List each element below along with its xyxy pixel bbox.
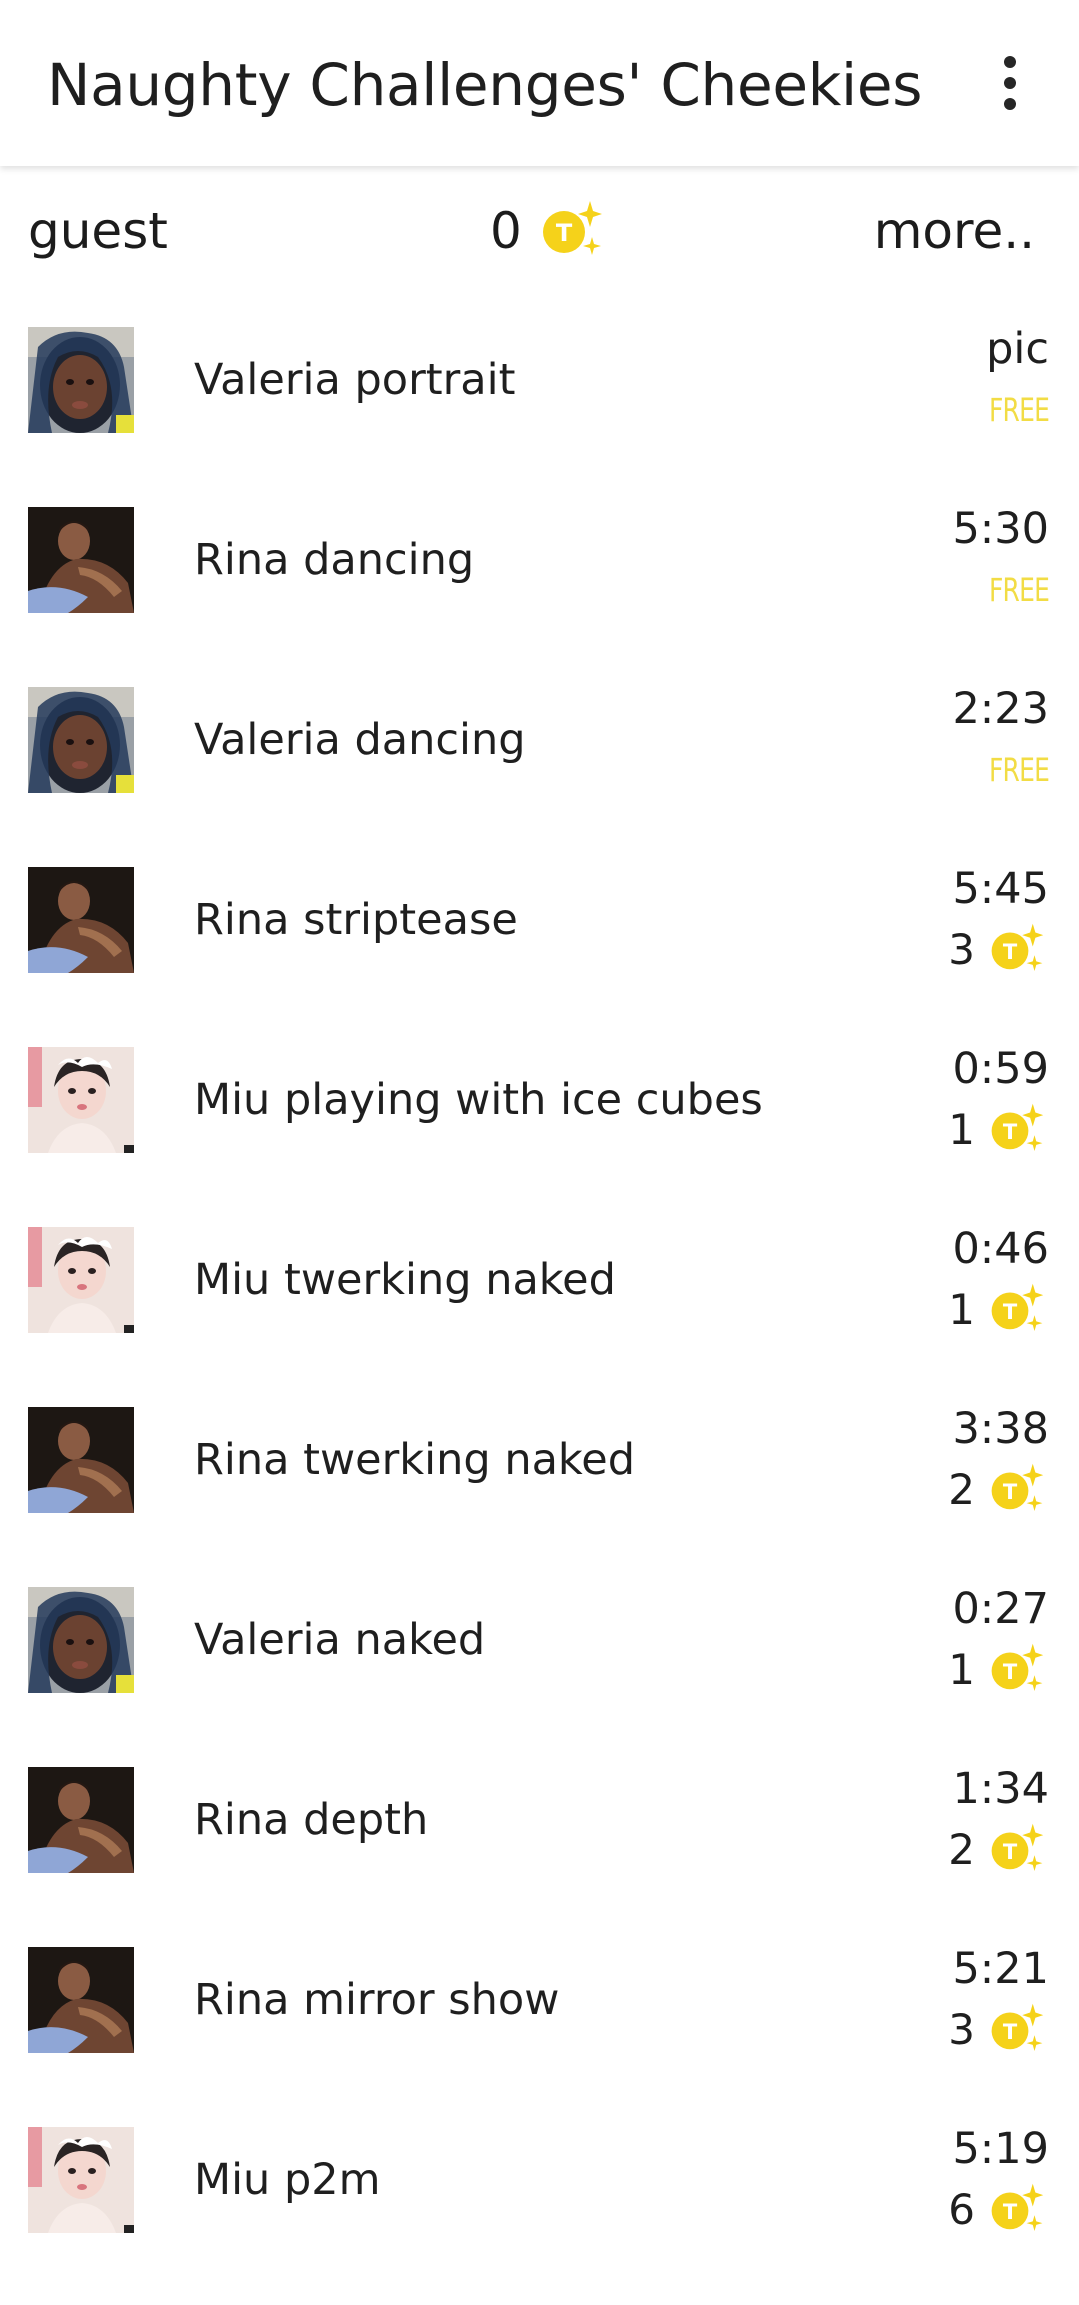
item-duration: 1:34 — [952, 1764, 1049, 1814]
free-badge: FREE — [988, 391, 1050, 429]
more-link[interactable]: more.. — [874, 200, 1035, 262]
item-price: 1T — [948, 1280, 1045, 1340]
item-duration: 5:30 — [952, 504, 1049, 554]
thumbnail — [28, 1587, 134, 1693]
item-duration: 0:59 — [952, 1044, 1049, 1094]
user-name[interactable]: guest — [28, 200, 168, 262]
price-value: 3 — [948, 925, 975, 974]
coin-icon: T — [989, 1822, 1045, 1878]
item-title: Valeria naked — [194, 1615, 486, 1665]
item-price: 2T — [948, 1460, 1045, 1520]
thumbnail — [28, 867, 134, 973]
price-value: 1 — [948, 1285, 975, 1334]
coin-icon: T — [989, 1462, 1045, 1518]
thumbnail — [28, 507, 134, 613]
thumbnail — [28, 2127, 134, 2233]
svg-text:T: T — [1003, 1300, 1018, 1324]
svg-text:T: T — [1003, 2020, 1018, 2044]
price-value: 2 — [948, 1465, 975, 1514]
list-item[interactable]: Valeria naked 0:27 1 T — [0, 1560, 1079, 1740]
svg-text:T: T — [1003, 1660, 1018, 1684]
list-item[interactable]: Rina twerking naked 3:38 2 T — [0, 1380, 1079, 1560]
item-duration: 3:38 — [952, 1404, 1049, 1454]
svg-text:T: T — [1003, 1480, 1018, 1504]
app-title: Naughty Challenges' Cheekies — [47, 51, 923, 119]
item-title: Rina depth — [194, 1795, 429, 1845]
coin-icon: T — [989, 1282, 1045, 1338]
thumbnail — [28, 1227, 134, 1333]
coin-icon: T — [540, 199, 604, 263]
item-duration: 0:46 — [952, 1224, 1049, 1274]
list-item[interactable]: Miu playing with ice cubes 0:59 1 T — [0, 1020, 1079, 1200]
item-duration: 2:23 — [952, 684, 1049, 734]
item-duration: 5:21 — [952, 1944, 1049, 1994]
item-price: 1T — [948, 1640, 1045, 1700]
item-price: 3T — [948, 2000, 1045, 2060]
item-price: 2T — [948, 1820, 1045, 1880]
coin-icon: T — [989, 1642, 1045, 1698]
item-duration: 5:45 — [952, 864, 1049, 914]
list-item[interactable]: Valeria dancing 2:23 FREE — [0, 660, 1079, 840]
list-item[interactable]: Rina striptease 5:45 3 T — [0, 840, 1079, 1020]
coin-icon: T — [989, 1102, 1045, 1158]
list-item[interactable]: Miu p2m 5:19 6 T — [0, 2100, 1079, 2280]
list-item[interactable]: Miu twerking naked 0:46 1 T — [0, 1200, 1079, 1380]
item-price: 1T — [948, 1100, 1045, 1160]
item-price: 6T — [948, 2180, 1045, 2240]
balance-value: 0 — [490, 202, 522, 260]
item-duration: 0:27 — [952, 1584, 1049, 1634]
status-row: guest 0 T more.. — [0, 190, 1079, 272]
item-title: Rina dancing — [194, 535, 475, 585]
more-vert-icon[interactable] — [990, 50, 1030, 116]
thumbnail — [28, 1407, 134, 1513]
item-title: Rina twerking naked — [194, 1435, 636, 1485]
svg-text:T: T — [556, 219, 573, 247]
svg-text:T: T — [1003, 1840, 1018, 1864]
item-title: Valeria dancing — [194, 715, 526, 765]
price-value: 3 — [948, 2005, 975, 2054]
item-title: Miu twerking naked — [194, 1255, 616, 1305]
item-title: Rina mirror show — [194, 1975, 560, 2025]
app-bar: Naughty Challenges' Cheekies — [0, 0, 1079, 166]
list-item[interactable]: Rina mirror show 5:21 3 T — [0, 1920, 1079, 2100]
list-item[interactable]: Rina depth 1:34 2 T — [0, 1740, 1079, 1920]
item-price: FREE — [972, 560, 1050, 620]
item-title: Miu playing with ice cubes — [194, 1075, 763, 1125]
item-price: 3T — [948, 920, 1045, 980]
list-item[interactable]: Rina dancing 5:30 FREE — [0, 480, 1079, 660]
item-title: Valeria portrait — [194, 355, 516, 405]
free-badge: FREE — [988, 571, 1050, 609]
item-title: Miu p2m — [194, 2155, 381, 2205]
svg-text:T: T — [1003, 940, 1018, 964]
price-value: 6 — [948, 2185, 975, 2234]
price-value: 1 — [948, 1105, 975, 1154]
price-value: 1 — [948, 1645, 975, 1694]
coin-icon: T — [989, 2002, 1045, 2058]
coin-icon: T — [989, 2182, 1045, 2238]
thumbnail — [28, 1767, 134, 1873]
item-duration: pic — [986, 324, 1049, 374]
svg-text:T: T — [1003, 1120, 1018, 1144]
thumbnail — [28, 327, 134, 433]
coin-balance[interactable]: 0 T — [490, 198, 604, 264]
free-badge: FREE — [988, 751, 1050, 789]
price-value: 2 — [948, 1825, 975, 1874]
thumbnail — [28, 1047, 134, 1153]
coin-icon: T — [989, 922, 1045, 978]
item-price: FREE — [972, 740, 1050, 800]
list-item[interactable]: Valeria portrait pic FREE — [0, 300, 1079, 480]
item-title: Rina striptease — [194, 895, 518, 945]
item-price: FREE — [972, 380, 1050, 440]
thumbnail — [28, 1947, 134, 2053]
svg-text:T: T — [1003, 2200, 1018, 2224]
item-duration: 5:19 — [952, 2124, 1049, 2174]
content-list: Valeria portrait pic FREE Rina dancing 5:30 F… — [0, 300, 1079, 2280]
thumbnail — [28, 687, 134, 793]
